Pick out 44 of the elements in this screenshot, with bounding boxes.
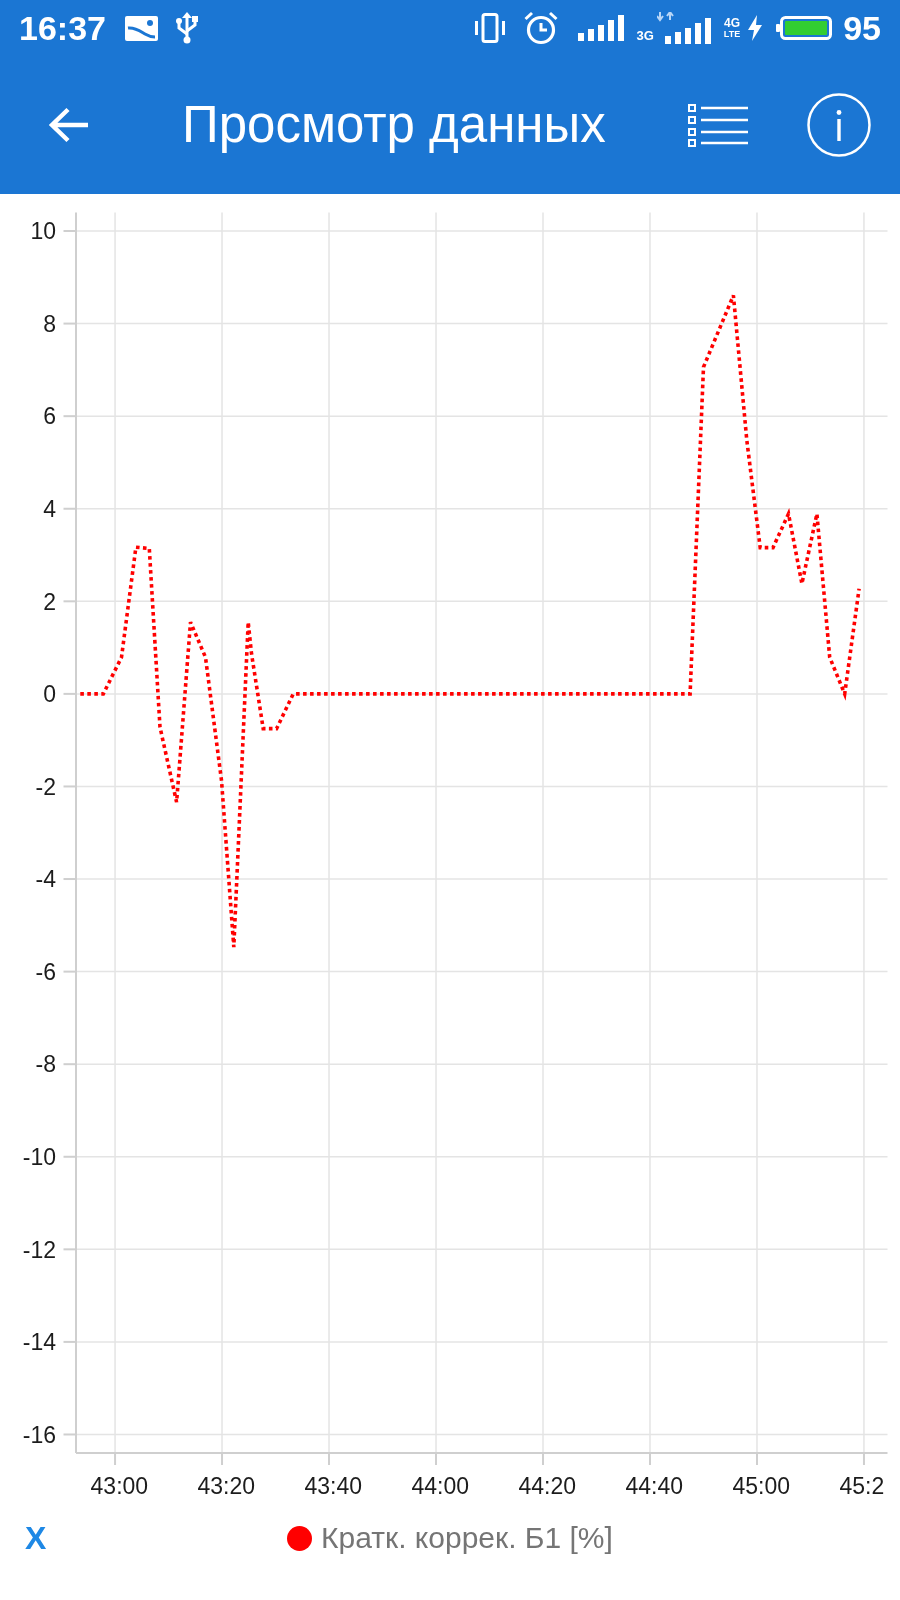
legend-label: Кратк. коррек. Б1 [%] (321, 1520, 613, 1556)
y-tick-label: -6 (35, 958, 56, 985)
y-tick-label: -14 (22, 1329, 56, 1356)
network-type-label: LTE (723, 29, 741, 39)
x-tick-label: 43:00 (90, 1472, 149, 1499)
y-tick-label: 6 (43, 403, 56, 430)
x-tick-label: 44:00 (411, 1472, 470, 1499)
network-type-label: 4G (724, 17, 740, 29)
y-tick-label: -8 (35, 1051, 56, 1078)
y-tick-label: 10 (30, 218, 56, 245)
x-tick-label: 45:00 (732, 1472, 791, 1499)
signal-with-arrows-icon (656, 12, 711, 44)
screen-title: Просмотр данных (182, 95, 606, 155)
y-tick-label: -10 (22, 1144, 56, 1171)
info-icon (807, 93, 871, 157)
x-tick-label: 43:40 (304, 1472, 363, 1499)
vibrate-icon (474, 13, 507, 43)
x-tick-label: 44:20 (518, 1472, 577, 1499)
y-tick-label: 2 (43, 588, 56, 615)
y-tick-label: -12 (22, 1236, 56, 1263)
status-time: 16:37 (19, 10, 106, 46)
battery-icon (776, 16, 833, 40)
back-button[interactable] (48, 107, 88, 143)
info-button[interactable] (807, 93, 871, 157)
y-tick-label: -4 (35, 866, 56, 893)
y-tick-label: 0 (43, 681, 56, 708)
network-type-label: 3G (636, 29, 654, 42)
y-tick-label: -2 (35, 773, 56, 800)
list-button[interactable] (688, 103, 748, 147)
battery-percent: 95 (843, 10, 881, 46)
image-icon (124, 15, 158, 41)
y-tick-label: 4 (43, 496, 56, 523)
usb-icon (174, 12, 199, 44)
x-tick-label: 44:40 (625, 1472, 684, 1499)
y-tick-label: 8 (43, 310, 56, 337)
signal-icon (578, 15, 625, 41)
x-tick-label: 45:2 (839, 1472, 885, 1499)
y-tick-label: -16 (22, 1421, 56, 1448)
list-icon (688, 103, 748, 147)
charging-bolt-icon (748, 15, 763, 41)
back-arrow-icon (48, 107, 88, 143)
x-tick-label: 43:20 (197, 1472, 256, 1499)
x-button[interactable]: X (25, 1520, 47, 1556)
alarm-clock-icon (524, 11, 559, 45)
